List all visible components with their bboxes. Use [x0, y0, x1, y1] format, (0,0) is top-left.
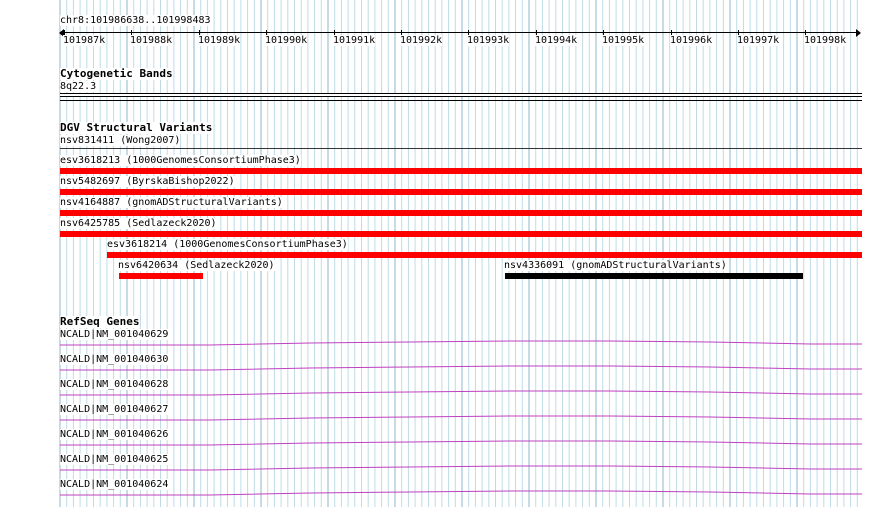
dgv-feature-label[interactable]: esv3618213 (1000GenomesConsortiumPhase3) [60, 155, 301, 166]
refseq-gene-model[interactable] [60, 414, 862, 422]
dgv-feature-bar[interactable] [60, 148, 862, 149]
ruler-tick-label: 101995k [602, 35, 645, 46]
ruler-tick-label: 101992k [400, 35, 443, 46]
refseq-gene-model[interactable] [60, 364, 862, 372]
refseq-track-title: RefSeq Genes [60, 315, 140, 328]
refseq-gene-model[interactable] [60, 464, 862, 472]
dgv-feature-label[interactable]: nsv6425785 (Sedlazeck2020) [60, 218, 217, 229]
dgv-feature-label[interactable]: nsv5482697 (ByrskaBishop2022) [60, 176, 235, 187]
cytobands-track-title: Cytogenetic Bands [60, 67, 173, 80]
ruler-tick-label: 101996k [670, 35, 713, 46]
gene-intron-line [60, 415, 862, 421]
gene-intron-line [60, 390, 862, 396]
ruler-tick-label: 101994k [535, 35, 578, 46]
dgv-feature-label[interactable]: nsv4336091 (gnomADStructuralVariants) [504, 260, 727, 271]
ruler-location: chr8:101986638..101998483 [60, 15, 211, 26]
dgv-feature-bar[interactable] [60, 231, 862, 237]
ruler-tick-label: 101991k [333, 35, 376, 46]
ruler-tick-label: 101993k [467, 35, 510, 46]
genome-browser-view: chr8:101986638..101998483 101987k 101988k… [0, 0, 890, 507]
gene-intron-line [60, 490, 862, 496]
cytoband-label[interactable]: 8q22.3 [60, 81, 97, 92]
dgv-feature-label[interactable]: esv3618214 (1000GenomesConsortiumPhase3) [107, 239, 348, 250]
dgv-feature-label[interactable]: nsv6420634 (Sedlazeck2020) [118, 260, 275, 271]
ruler-tick-label: 101987k [63, 35, 106, 46]
gene-intron-line [60, 440, 862, 446]
refseq-gene-model[interactable] [60, 389, 862, 397]
dgv-track-title: DGV Structural Variants [60, 121, 213, 134]
gene-intron-line [60, 465, 862, 471]
refseq-gene-model[interactable] [60, 339, 862, 347]
cytoband-bar[interactable] [60, 93, 862, 97]
refseq-gene-model[interactable] [60, 439, 862, 447]
ruler-tick-label: 101990k [265, 35, 308, 46]
dgv-feature-label[interactable]: nsv831411 (Wong2007) [60, 135, 181, 146]
dgv-feature-label[interactable]: nsv4164887 (gnomADStructuralVariants) [60, 197, 283, 208]
gene-intron-line [60, 365, 862, 371]
ruler-right-arrow-icon [856, 29, 861, 37]
dgv-feature-bar[interactable] [60, 210, 862, 216]
ruler-tick-label: 101997k [737, 35, 780, 46]
dgv-feature-bar[interactable] [107, 252, 862, 258]
dgv-feature-bar[interactable] [505, 273, 803, 279]
gene-intron-line [60, 340, 862, 346]
dgv-feature-bar[interactable] [119, 273, 203, 279]
ruler-tick-label: 101998k [804, 35, 847, 46]
ruler-tick-label: 101988k [130, 35, 173, 46]
dgv-feature-bar[interactable] [60, 189, 862, 195]
refseq-gene-model[interactable] [60, 489, 862, 497]
ruler-axis [61, 32, 859, 33]
dgv-feature-bar[interactable] [60, 168, 862, 174]
track-divider [60, 100, 862, 101]
ruler-tick-label: 101989k [198, 35, 241, 46]
